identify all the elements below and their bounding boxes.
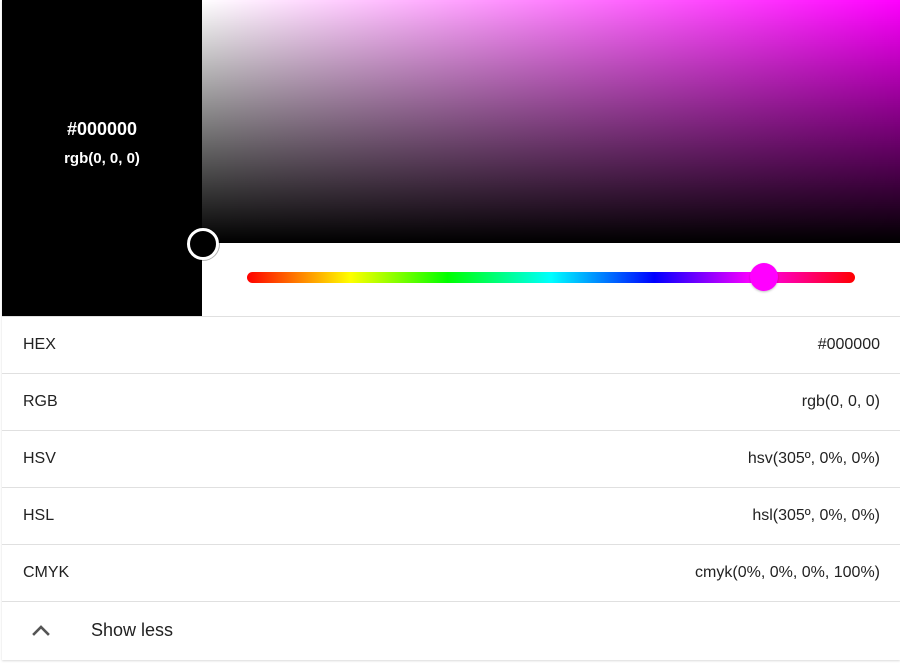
- format-row-hex[interactable]: HEX #000000: [2, 316, 900, 373]
- hue-slider[interactable]: [247, 263, 855, 291]
- format-label-hsv: HSV: [23, 450, 56, 467]
- color-preview-swatch: #000000 rgb(0, 0, 0): [2, 0, 202, 316]
- format-value-cmyk: cmyk(0%, 0%, 0%, 100%): [695, 564, 880, 581]
- format-label-hex: HEX: [23, 336, 56, 353]
- format-row-hsv[interactable]: HSV hsv(305º, 0%, 0%): [2, 430, 900, 487]
- chevron-up-icon: [30, 619, 52, 641]
- color-format-list: HEX #000000 RGB rgb(0, 0, 0) HSV hsv(305…: [2, 316, 900, 658]
- format-value-hex: #000000: [817, 336, 880, 353]
- color-picker: #000000 rgb(0, 0, 0) HEX #000000 RGB rgb…: [2, 0, 900, 660]
- hue-slider-thumb[interactable]: [750, 263, 778, 291]
- format-label-hsl: HSL: [23, 507, 55, 524]
- format-label-cmyk: CMYK: [23, 564, 70, 581]
- format-row-hsl[interactable]: HSL hsl(305º, 0%, 0%): [2, 487, 900, 544]
- format-value-hsv: hsv(305º, 0%, 0%): [747, 450, 880, 467]
- show-less-label: Show less: [91, 619, 174, 640]
- format-row-cmyk[interactable]: CMYK cmyk(0%, 0%, 0%, 100%): [2, 544, 900, 601]
- format-value-hsl: hsl(305º, 0%, 0%): [752, 507, 880, 524]
- saturation-value-area[interactable]: [187, 0, 900, 260]
- show-less-button[interactable]: Show less: [2, 601, 900, 658]
- format-value-rgb: rgb(0, 0, 0): [801, 393, 880, 410]
- saturation-value-handle[interactable]: [187, 228, 219, 260]
- format-label-rgb: RGB: [23, 393, 58, 410]
- format-row-rgb[interactable]: RGB rgb(0, 0, 0): [2, 373, 900, 430]
- value-gradient: [202, 0, 900, 243]
- preview-hex-text: #000000: [66, 119, 138, 139]
- preview-rgb-text: rgb(0, 0, 0): [64, 150, 140, 167]
